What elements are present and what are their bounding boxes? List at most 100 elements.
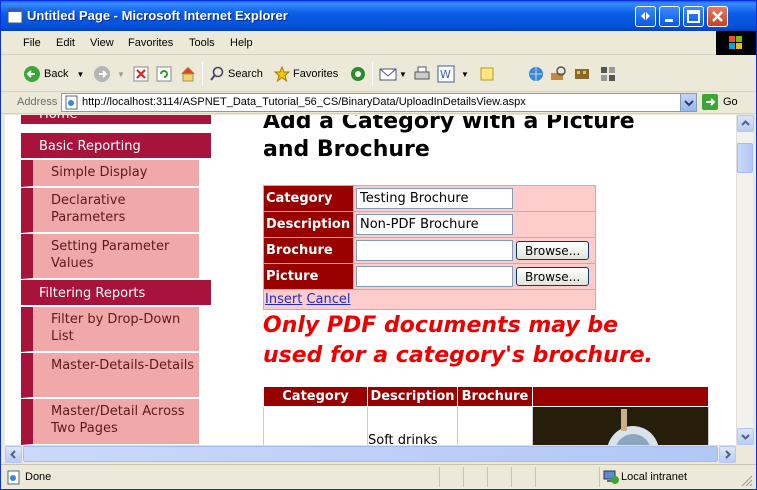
chevron-left-icon <box>10 450 16 459</box>
horizontal-scrollbar[interactable] <box>5 445 736 463</box>
grid-cell-description: Soft drinks <box>367 406 458 445</box>
horizontal-scroll-thumb[interactable] <box>23 446 718 462</box>
print-icon <box>414 66 430 80</box>
windows-logo <box>716 31 756 55</box>
nav-declarative-parameters[interactable]: Declarative Parameters <box>21 188 199 233</box>
forward-button[interactable]: ▼ <box>93 64 125 84</box>
scroll-right-button[interactable] <box>719 446 736 463</box>
note-icon <box>480 67 494 81</box>
go-label: Go <box>723 96 738 108</box>
category-input[interactable]: Testing Brochure <box>356 188 513 209</box>
minimize-button[interactable] <box>659 6 680 27</box>
research-icon <box>551 66 566 80</box>
chevron-up-icon <box>741 120 750 126</box>
nav-home[interactable]: Home <box>21 115 211 125</box>
media-button[interactable] <box>349 64 367 84</box>
go-arrow-icon <box>702 94 718 110</box>
menu-tools[interactable]: Tools <box>189 37 215 49</box>
refresh-button[interactable] <box>156 64 172 84</box>
grid-cell-category <box>263 406 368 445</box>
maximize-button[interactable] <box>683 6 704 27</box>
menu-favorites[interactable]: Favorites <box>128 37 173 49</box>
scroll-left-button[interactable] <box>5 446 22 463</box>
address-dropdown-button[interactable] <box>680 94 696 111</box>
nav-filter-dropdown[interactable]: Filter by Drop-Down List <box>21 307 199 352</box>
security-zone: Local intranet <box>621 471 688 483</box>
menu-bar: File Edit View Favorites Tools Help <box>1 31 756 55</box>
resize-grip-icon[interactable] <box>741 475 753 487</box>
globe-icon <box>529 67 543 81</box>
nav-simple-display[interactable]: Simple Display <box>21 160 199 187</box>
address-label: Address <box>17 96 58 108</box>
back-forward-icon <box>641 12 650 20</box>
mail-button[interactable]: ▼ <box>379 64 407 84</box>
vertical-scroll-thumb[interactable] <box>737 143 753 173</box>
address-bar: Address http://localhost:3114/ASPNET_Dat… <box>1 92 756 114</box>
grid-header-description: Description <box>367 386 458 407</box>
menu-help[interactable]: Help <box>230 37 253 49</box>
chevron-down-icon <box>684 100 694 107</box>
nav-setting-parameter-values[interactable]: Setting Parameter Values <box>21 234 199 279</box>
nav-filtering-reports[interactable]: Filtering Reports <box>21 280 211 306</box>
extra-button[interactable] <box>599 64 617 84</box>
edit-dropdown-icon[interactable]: ▼ <box>461 70 469 79</box>
toolbox-icon <box>575 69 589 79</box>
brochure-file-input[interactable] <box>356 240 513 261</box>
search-icon <box>210 66 224 81</box>
description-label: Description <box>263 211 354 238</box>
brochure-label: Brochure <box>263 237 354 264</box>
restore-small-button[interactable] <box>635 6 656 27</box>
browser-window: Untitled Page - Microsoft Internet Explo… <box>0 0 757 490</box>
nav-basic-reporting[interactable]: Basic Reporting <box>21 133 211 159</box>
menu-edit[interactable]: Edit <box>56 37 75 49</box>
scroll-up-button[interactable] <box>737 115 754 132</box>
mail-icon <box>379 68 397 81</box>
search-button[interactable]: Search <box>209 64 263 84</box>
nav-master-details-details[interactable]: Master-Details-Details <box>21 353 199 398</box>
minimize-icon <box>665 19 673 22</box>
picture-file-input[interactable] <box>356 266 513 287</box>
page-title-line1: Add a Category with a Picture <box>263 115 635 134</box>
home-icon <box>181 67 195 82</box>
favorites-button[interactable]: Favorites <box>274 64 338 84</box>
status-pane <box>535 467 536 487</box>
discuss-button[interactable] <box>479 64 495 84</box>
grid-cell-picture <box>532 406 709 445</box>
ie-icon <box>7 8 23 24</box>
error-line1: Only PDF documents may be <box>263 313 619 338</box>
menu-file[interactable]: File <box>23 37 41 49</box>
menu-view[interactable]: View <box>90 37 114 49</box>
mail-dropdown-icon[interactable]: ▼ <box>399 70 407 79</box>
print-button[interactable] <box>413 64 431 84</box>
home-button[interactable] <box>179 64 197 84</box>
tools-button[interactable] <box>573 64 591 84</box>
status-pane <box>463 467 464 487</box>
messenger-button[interactable] <box>527 64 545 84</box>
nav-master-detail-two-pages[interactable]: Master/Detail Across Two Pages <box>21 399 199 445</box>
maximize-icon <box>687 10 700 23</box>
vertical-scrollbar[interactable] <box>736 115 754 445</box>
picture-label: Picture <box>263 263 354 290</box>
categories-grid: Category Description Brochure Soft drink… <box>263 386 709 445</box>
description-input[interactable]: Non-PDF Brochure <box>356 214 513 235</box>
edit-button[interactable]: W ▼ <box>437 64 469 84</box>
grid-header-picture <box>532 386 709 407</box>
go-button[interactable]: Go <box>701 93 738 111</box>
back-button[interactable]: Back ▼ <box>23 64 84 84</box>
stop-button[interactable] <box>133 64 149 84</box>
address-input[interactable]: http://localhost:3114/ASPNET_Data_Tutori… <box>61 93 697 112</box>
back-dropdown-icon[interactable]: ▼ <box>76 70 84 79</box>
page-done-icon <box>7 470 20 485</box>
search-label: Search <box>228 68 263 80</box>
favorites-star-icon <box>274 66 290 82</box>
title-bar[interactable]: Untitled Page - Microsoft Internet Explo… <box>1 1 756 31</box>
research-button[interactable] <box>549 64 567 84</box>
cancel-link[interactable]: Cancel <box>306 292 350 307</box>
scroll-down-button[interactable] <box>737 428 754 445</box>
brochure-browse-button[interactable]: Browse... <box>516 241 590 260</box>
status-bar: Done Local intranet <box>1 464 756 489</box>
close-button[interactable] <box>707 6 728 27</box>
forward-dropdown-icon[interactable]: ▼ <box>117 70 125 79</box>
insert-link[interactable]: Insert <box>265 292 302 307</box>
picture-browse-button[interactable]: Browse... <box>516 267 590 286</box>
